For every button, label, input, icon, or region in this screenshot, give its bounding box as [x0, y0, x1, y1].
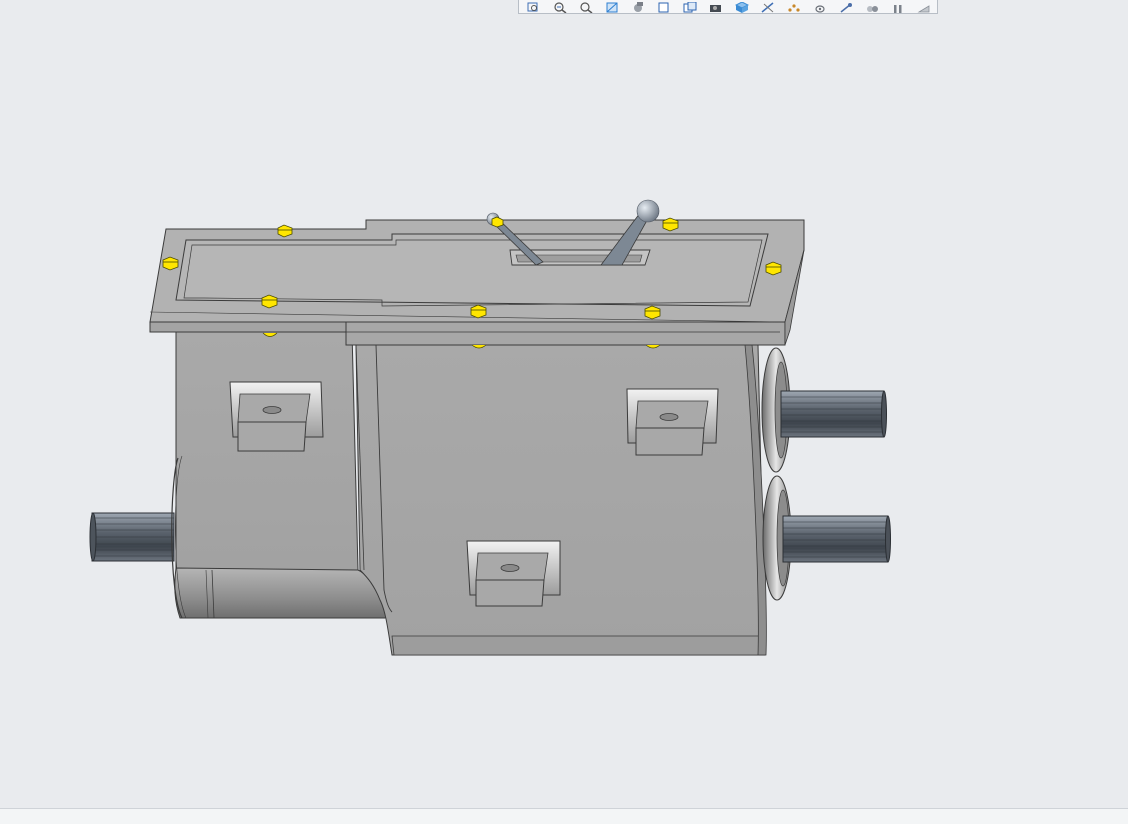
bolt[interactable] — [470, 304, 487, 319]
bolt[interactable] — [261, 294, 278, 309]
bolt[interactable] — [491, 216, 504, 228]
bolt[interactable] — [162, 256, 179, 271]
right-lower-shaft[interactable] — [782, 515, 891, 563]
left-output-shaft[interactable] — [89, 512, 175, 562]
bolt[interactable] — [765, 261, 782, 276]
bolt[interactable] — [662, 217, 679, 232]
bolt[interactable] — [644, 305, 661, 320]
graphics-viewport[interactable] — [0, 0, 1128, 808]
gearbox-3d-model[interactable] — [0, 0, 1128, 808]
gearbox-housing[interactable] — [171, 319, 767, 656]
top-cover[interactable] — [149, 219, 805, 346]
bolt[interactable] — [277, 224, 293, 238]
status-bar — [0, 808, 1128, 824]
right-upper-shaft[interactable] — [780, 390, 887, 438]
